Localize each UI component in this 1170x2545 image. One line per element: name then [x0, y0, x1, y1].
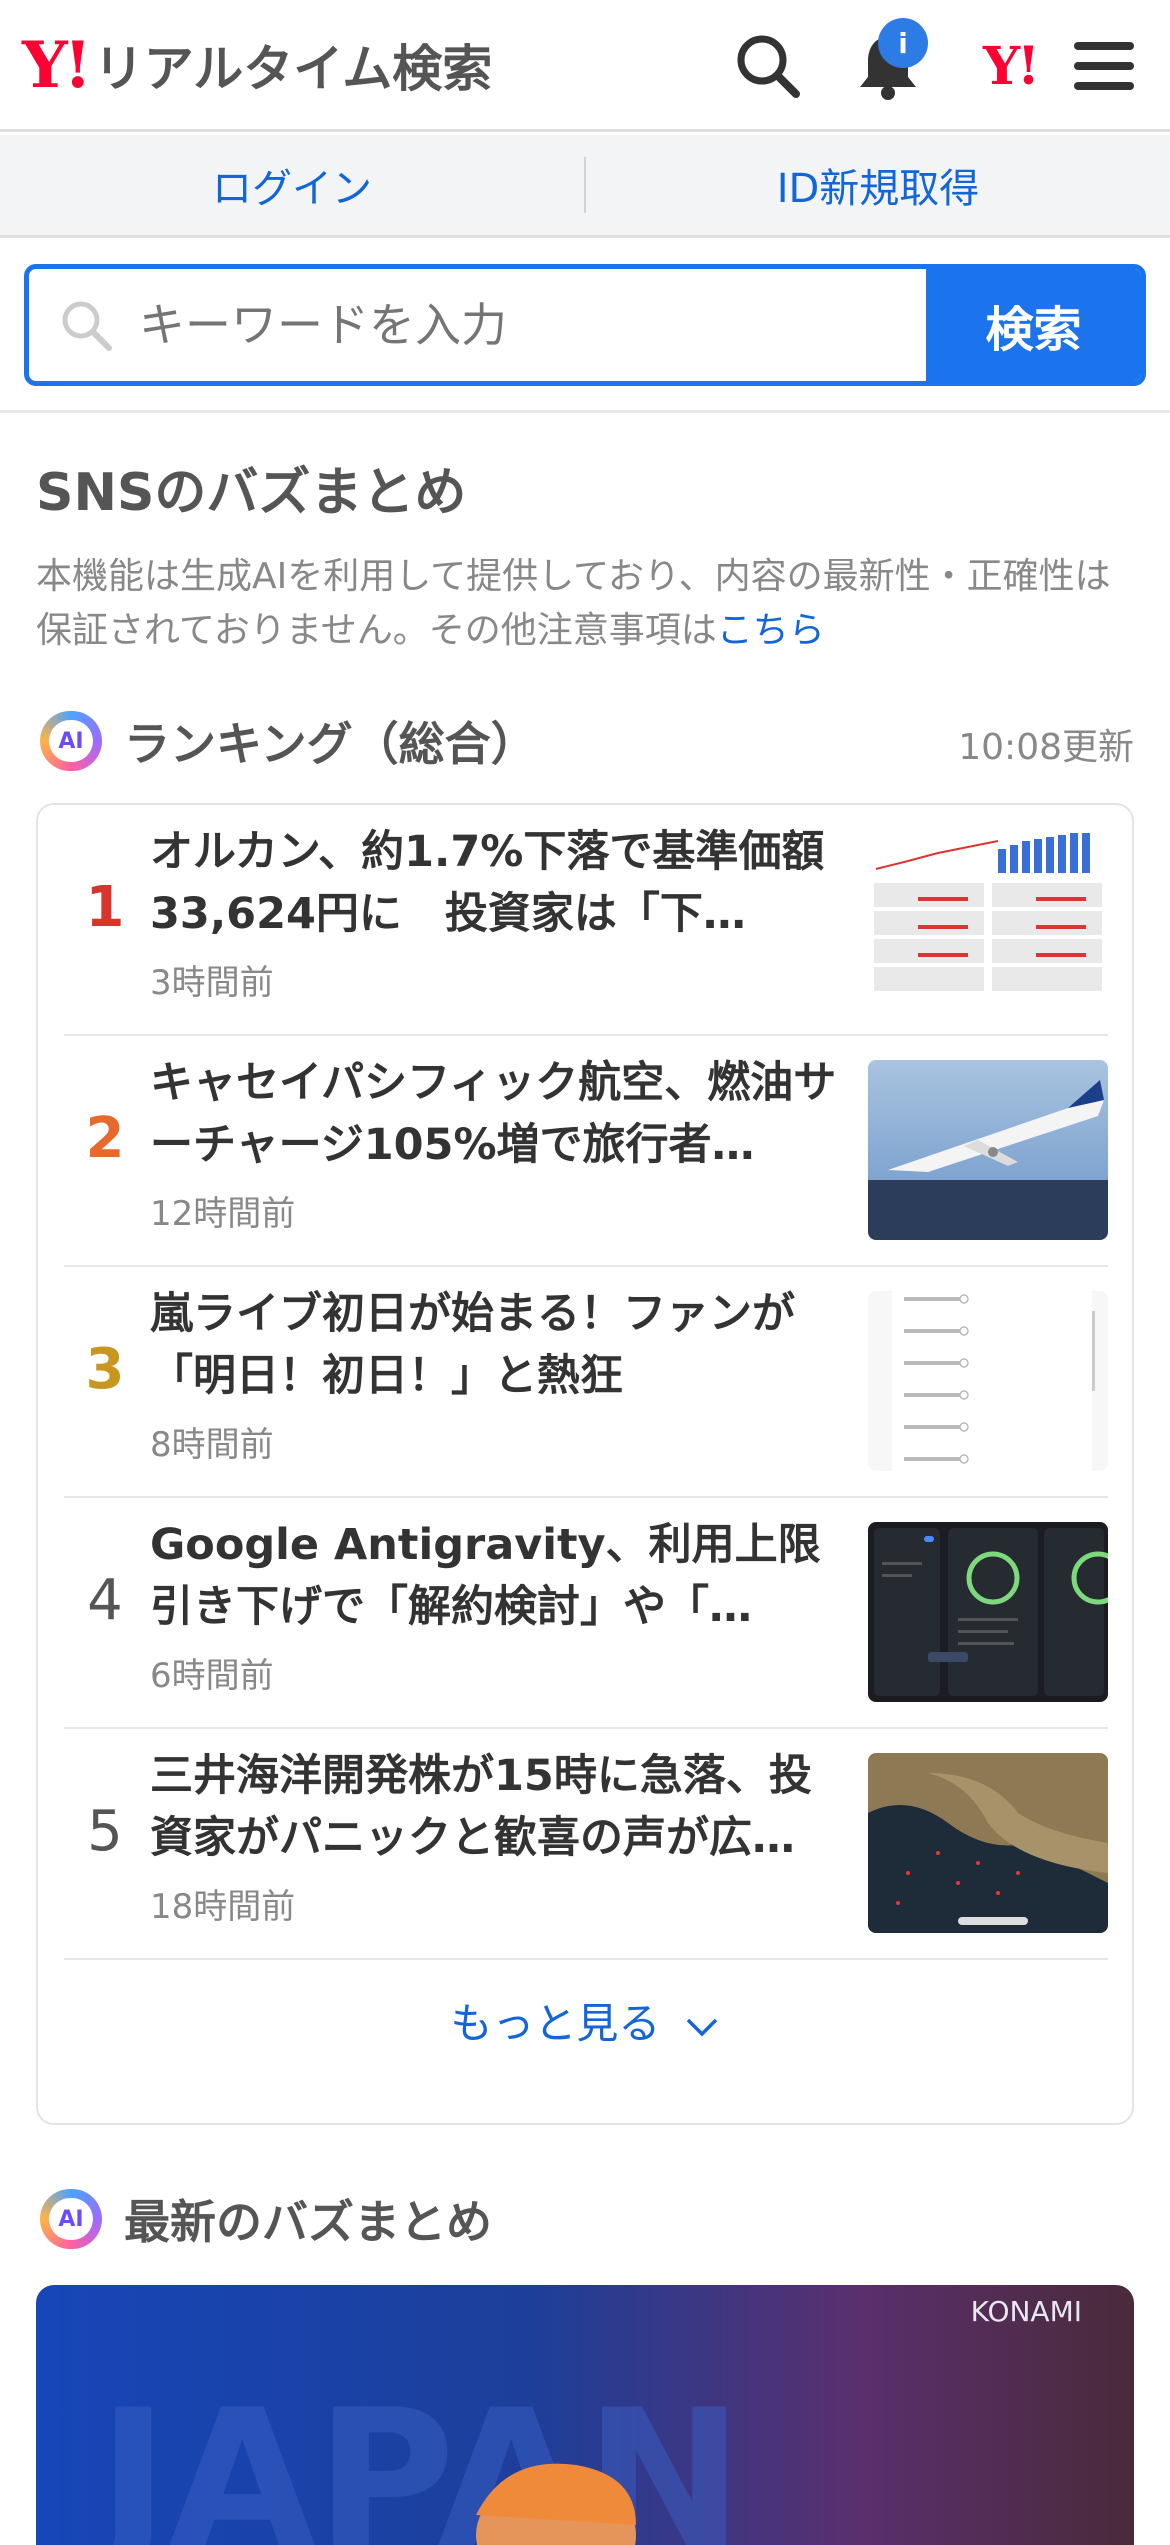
- ranking-item[interactable]: 1 オルカン、約1.7%下落で基準価額33,624円に 投資家は「下… 3時間前: [64, 805, 1108, 1036]
- yahoo-mark: Y!: [983, 35, 1040, 97]
- sns-buzz-title: SNSのバズまとめ: [36, 463, 467, 523]
- ranking-item-title: キャセイパシフィック航空、燃油サーチャージ105%増で旅行者…: [150, 1058, 837, 1170]
- auth-bar: ログイン ID新規取得: [0, 135, 1170, 238]
- search-button[interactable]: 検索: [926, 269, 1141, 381]
- notice-link[interactable]: こちら: [717, 610, 825, 651]
- chevron-down-icon: [686, 2018, 717, 2037]
- yahoo-logo-mark: Y!: [22, 27, 92, 103]
- search-field-icon: [62, 301, 112, 351]
- yahoo-home-icon[interactable]: Y!: [965, 26, 1055, 106]
- rank-number: 2: [85, 1106, 125, 1171]
- rank-number: 1: [85, 875, 125, 940]
- news-hero-image: JAPAN: [87, 2369, 744, 2545]
- ranking-thumbnail: [868, 1291, 1108, 1471]
- rank-number: 3: [85, 1337, 125, 1402]
- ranking-item-time: 3時間前: [150, 963, 274, 1003]
- search-form: 検索: [24, 264, 1146, 386]
- app-header: Y! リアルタイム検索 i Y!: [0, 0, 1170, 132]
- show-more-button[interactable]: もっと見る: [38, 1990, 1132, 2051]
- ranking-item-time: 18時間前: [150, 1887, 296, 1927]
- latest-header: AI 最新のバズまとめ: [40, 2186, 492, 2252]
- ai-notice-text: 本機能は生成AIを利用して提供しており、内容の最新性・正確性は保証されておりませ…: [36, 556, 1111, 651]
- latest-title: 最新のバズまとめ: [124, 2195, 492, 2249]
- rank-number: 4: [87, 1568, 123, 1633]
- search-icon[interactable]: [728, 26, 808, 106]
- notification-badge: i: [878, 18, 928, 68]
- ranking-title: ランキング（総合）: [124, 717, 537, 771]
- latest-news-card[interactable]: JAPAN KONAMI: [36, 2285, 1134, 2545]
- login-link[interactable]: ログイン: [0, 156, 584, 214]
- ranking-thumbnail: [868, 1522, 1108, 1702]
- menu-icon[interactable]: [1064, 26, 1144, 106]
- ranking-card: 1 オルカン、約1.7%下落で基準価額33,624円に 投資家は「下… 3時間前: [36, 803, 1134, 2125]
- ranking-item-title: オルカン、約1.7%下落で基準価額33,624円に 投資家は「下…: [150, 827, 825, 939]
- ranking-item-time: 12時間前: [150, 1194, 296, 1234]
- ranking-thumbnail: [868, 1753, 1108, 1933]
- ai-icon: AI: [40, 2189, 102, 2249]
- ranking-thumbnail: [868, 829, 1108, 1009]
- ai-icon: AI: [40, 711, 102, 771]
- ranking-item-title: Google Antigravity、利用上限引き下げで「解約検討」や「…: [150, 1520, 821, 1632]
- yahoo-realtime-logo[interactable]: Y! リアルタイム検索: [22, 27, 493, 103]
- notification-bell-icon[interactable]: i: [848, 18, 928, 106]
- signup-link[interactable]: ID新規取得: [586, 156, 1170, 214]
- news-image-caption: KONAMI: [970, 2295, 1082, 2328]
- logo-text: リアルタイム検索: [93, 40, 493, 98]
- svg-text:JAPAN: JAPAN: [87, 2369, 744, 2545]
- ranking-item-title: 三井海洋開発株が15時に急落、投資家がパニックと歓喜の声が広…: [150, 1751, 812, 1863]
- ranking-item-time: 8時間前: [150, 1425, 274, 1465]
- ranking-updated-time: 10:08更新: [958, 727, 1134, 768]
- ranking-item[interactable]: 4 Google Antigravity、利用上限引き下げで「解約検討」や「… …: [64, 1498, 1108, 1729]
- ranking-header: AI ランキング（総合）: [40, 708, 537, 774]
- ranking-item[interactable]: 2 キャセイパシフィック航空、燃油サーチャージ105%増で旅行者… 12時間前: [64, 1036, 1108, 1267]
- rank-number: 5: [87, 1799, 123, 1864]
- ranking-item-title: 嵐ライブ初日が始まる！ファンが「明日！初日！」と熱狂: [150, 1289, 795, 1401]
- section-divider: [0, 410, 1170, 413]
- search-field[interactable]: [29, 269, 926, 381]
- ranking-item-time: 6時間前: [150, 1656, 274, 1696]
- ranking-item[interactable]: 5 三井海洋開発株が15時に急落、投資家がパニックと歓喜の声が広… 18時間前: [64, 1729, 1108, 1960]
- ranking-thumbnail: [868, 1060, 1108, 1240]
- ai-notice: 本機能は生成AIを利用して提供しており、内容の最新性・正確性は保証されておりませ…: [36, 550, 1146, 658]
- search-input[interactable]: [137, 297, 837, 353]
- show-more-label: もっと見る: [450, 1999, 661, 2048]
- ranking-item[interactable]: 3 嵐ライブ初日が始まる！ファンが「明日！初日！」と熱狂 8時間前: [64, 1267, 1108, 1498]
